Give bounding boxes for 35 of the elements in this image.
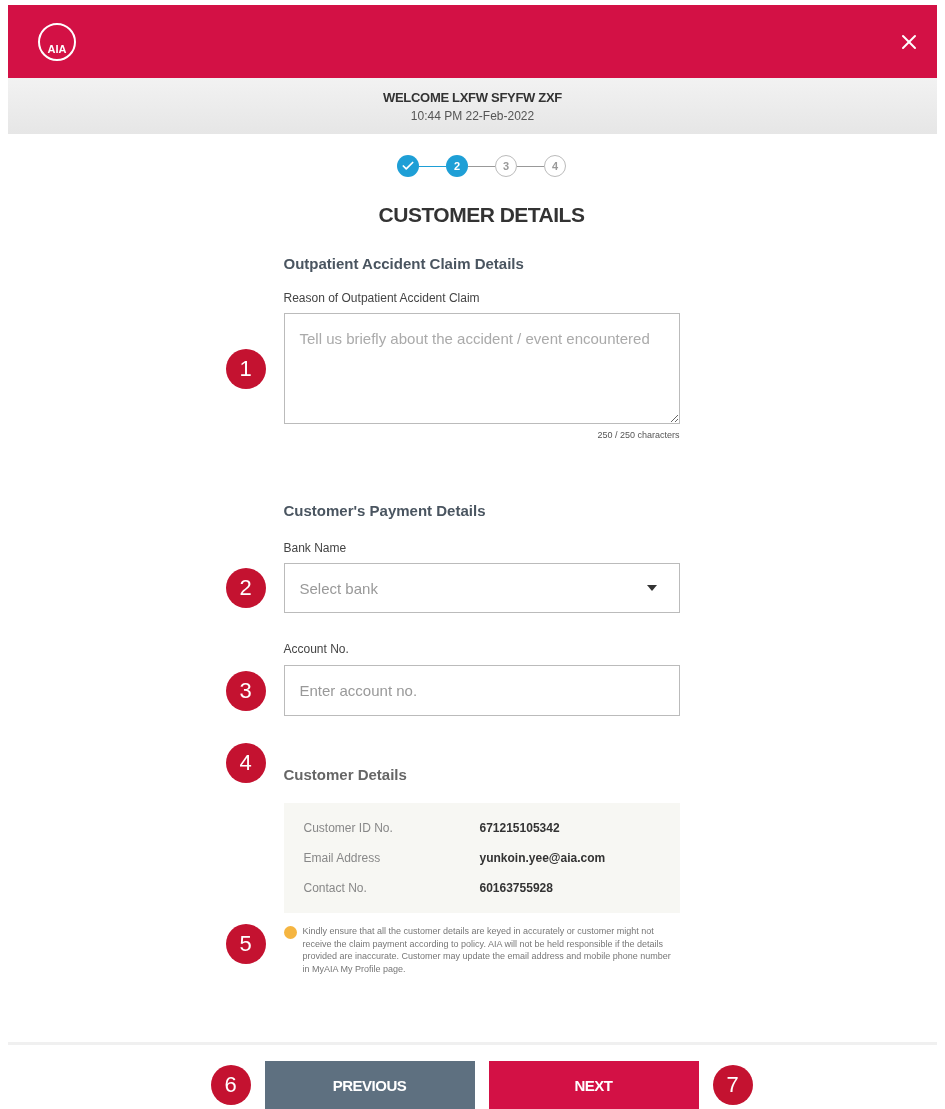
logo: AIA (38, 22, 76, 61)
welcome-text: WELCOME LXFW SFYFW ZXF (383, 89, 562, 105)
callout-badge: 3 (225, 670, 266, 711)
detail-label: Customer ID No. (303, 821, 394, 835)
character-counter: 250 / 250 characters (596, 430, 680, 440)
next-button[interactable]: NEXT (488, 1061, 699, 1109)
detail-value: 671215105342 (479, 821, 561, 835)
info-icon (283, 926, 297, 939)
section-heading: Outpatient Accident Claim Details (283, 255, 525, 272)
caret-icon (646, 585, 657, 591)
section-heading: Customer's Payment Details (283, 502, 487, 519)
field-label: Reason of Outpatient Accident Claim (283, 291, 481, 305)
callout-badge: 1 (225, 348, 266, 389)
step-indicator: 2 (446, 155, 468, 177)
bank-select[interactable]: Select bank (283, 563, 680, 613)
callout-badge: 4 (225, 743, 266, 783)
detail-value: yunkoin.yee@aia.com (479, 851, 607, 865)
date-time: 10:44 PM 22-Feb-2022 (410, 108, 535, 123)
detail-label: Email Address (303, 851, 382, 865)
field-label: Account No. (283, 642, 350, 656)
callout-badge: 2 (225, 568, 266, 608)
previous-button[interactable]: PREVIOUS (264, 1061, 475, 1109)
detail-label: Contact No. (303, 881, 368, 895)
page-title: CUSTOMER DETAILS (377, 203, 586, 227)
callout-badge: 7 (712, 1065, 753, 1105)
detail-value: 60163755928 (479, 881, 554, 895)
notice-text: Kindly ensure that all the customer details are keyed in accurately or customer might not receive the claim payment according to policy. AIA will not be held responsible if the details provided are inaccurate. Customer may update the email address and mobile phone number in MyAIA My Profile page. (302, 925, 672, 975)
callout-badge: 5 (225, 924, 266, 964)
reason-field[interactable]: Tell us briefly about the accident / event encountered (283, 313, 680, 424)
account-field[interactable]: Enter account no. (283, 665, 680, 716)
field-label: Bank Name (283, 541, 348, 555)
section-heading: Customer Details (283, 766, 408, 783)
step-indicator: 3 (495, 155, 517, 177)
step-indicator: 4 (544, 155, 566, 177)
callout-badge: 6 (210, 1065, 251, 1105)
